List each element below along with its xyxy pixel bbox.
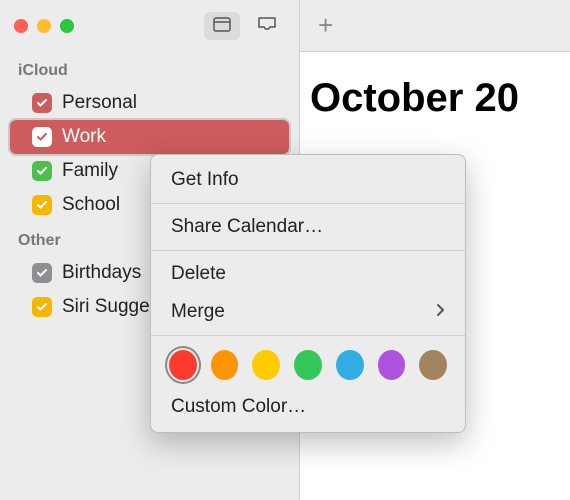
minimize-window-button[interactable]	[37, 19, 51, 33]
calendar-item-label: Work	[62, 126, 106, 148]
color-swatch-red[interactable]	[169, 350, 197, 380]
close-window-button[interactable]	[14, 19, 28, 33]
checkbox-icon[interactable]	[32, 195, 52, 215]
menu-item-label: Delete	[171, 263, 226, 285]
color-swatch-orange[interactable]	[211, 350, 239, 380]
checkbox-icon[interactable]	[32, 93, 52, 113]
menu-item-label: Merge	[171, 301, 225, 323]
calendar-item-personal[interactable]: Personal	[10, 86, 289, 120]
fullscreen-window-button[interactable]	[60, 19, 74, 33]
menu-item-share-calendar[interactable]: Share Calendar…	[151, 208, 465, 246]
month-title: October 20	[300, 52, 570, 121]
menu-item-label: Custom Color…	[171, 396, 306, 418]
checkbox-icon[interactable]	[32, 263, 52, 283]
chevron-right-icon	[435, 301, 445, 323]
calendar-item-label: School	[62, 194, 120, 216]
calendars-toggle-button[interactable]	[204, 12, 240, 40]
menu-item-get-info[interactable]: Get Info	[151, 161, 465, 199]
calendar-item-label: Birthdays	[62, 262, 141, 284]
calendar-item-work[interactable]: Work	[10, 120, 289, 154]
color-swatch-green[interactable]	[294, 350, 322, 380]
color-swatch-purple[interactable]	[378, 350, 406, 380]
checkbox-icon[interactable]	[32, 297, 52, 317]
menu-separator	[151, 250, 465, 251]
calendar-item-label: Personal	[62, 92, 137, 114]
plus-icon: +	[318, 10, 333, 40]
menu-separator	[151, 335, 465, 336]
menu-item-delete[interactable]: Delete	[151, 255, 465, 293]
color-swatch-blue[interactable]	[336, 350, 364, 380]
main-toolbar: +	[300, 0, 570, 52]
calendar-icon	[213, 16, 231, 37]
color-swatch-yellow[interactable]	[252, 350, 280, 380]
inbox-button[interactable]	[249, 12, 285, 40]
menu-item-label: Share Calendar…	[171, 216, 323, 238]
section-header-icloud: iCloud	[0, 52, 299, 86]
color-swatch-brown[interactable]	[419, 350, 447, 380]
calendar-context-menu: Get Info Share Calendar… Delete Merge Cu…	[150, 154, 466, 433]
tray-icon	[257, 16, 277, 37]
calendar-item-label: Family	[62, 160, 118, 182]
checkbox-icon[interactable]	[32, 161, 52, 181]
menu-item-merge[interactable]: Merge	[151, 293, 465, 331]
menu-item-label: Get Info	[171, 169, 239, 191]
titlebar	[0, 0, 299, 52]
menu-separator	[151, 203, 465, 204]
menu-item-custom-color[interactable]: Custom Color…	[151, 388, 465, 426]
add-event-button[interactable]: +	[318, 10, 333, 41]
color-swatches	[151, 340, 465, 388]
checkbox-icon[interactable]	[32, 127, 52, 147]
